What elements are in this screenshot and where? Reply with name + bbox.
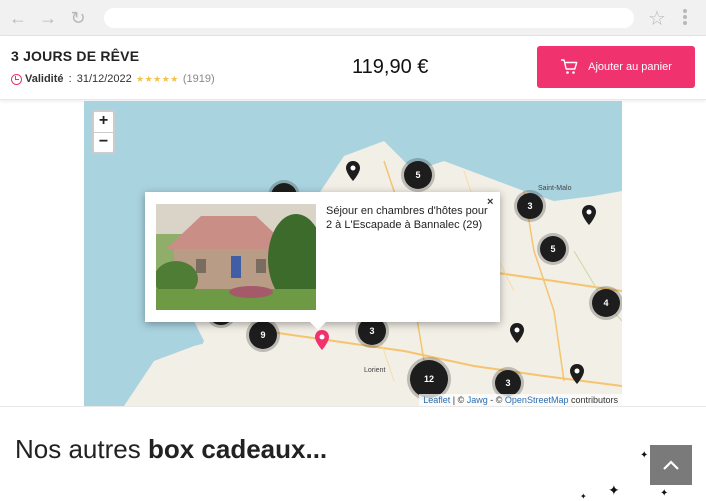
map-cluster[interactable]: 3 — [495, 370, 521, 396]
section-title-bold: box cadeaux... — [147, 434, 328, 464]
map-cluster[interactable]: 12 — [410, 360, 448, 398]
rating[interactable]: ★★★★★ (1919) — [136, 73, 215, 85]
add-to-cart-button[interactable]: Ajouter au panier — [537, 46, 695, 88]
popup-text[interactable]: Séjour en chambres d'hôtes pour 2 à L'Es… — [326, 204, 491, 232]
sparkle-icon: ✦ — [660, 488, 669, 499]
arrow-right-icon[interactable]: → — [38, 8, 58, 28]
openstreetmap-link[interactable]: OpenStreetMap — [505, 395, 569, 405]
city-label: Saint-Malo — [538, 185, 572, 192]
sparkle-icon: ✦ — [608, 482, 620, 498]
attribution-separator: | © — [450, 395, 467, 405]
leaflet-link[interactable]: Leaflet — [423, 395, 450, 405]
chevron-up-icon — [663, 460, 679, 470]
map-pin-icon[interactable] — [346, 161, 360, 181]
selected-map-pin-icon[interactable] — [315, 330, 329, 350]
sparkle-icon: ✦ — [640, 450, 649, 461]
map-popup: × Séjour en chambres d'hôtes pour 2 à L'… — [145, 192, 500, 330]
scroll-to-top-button[interactable] — [650, 445, 692, 485]
popup-photo[interactable] — [156, 204, 316, 310]
map-attribution: Leaflet | © Jawg - © OpenStreetMap contr… — [419, 394, 622, 406]
reload-icon[interactable]: ↻ — [68, 8, 88, 28]
validity-label: Validité — [25, 73, 64, 85]
map-cluster[interactable]: 5 — [404, 161, 432, 189]
cart-icon — [561, 59, 578, 74]
kebab-menu-icon[interactable] — [680, 8, 690, 28]
arrow-left-icon[interactable]: ← — [8, 8, 28, 28]
attribution-separator: - © — [487, 395, 505, 405]
map-pin-icon[interactable] — [582, 205, 596, 225]
map-pin-icon[interactable] — [570, 364, 584, 384]
product-title: 3 JOURS DE RÊVE — [11, 48, 140, 64]
zoom-in-button[interactable]: + — [94, 112, 113, 132]
city-label: Lorient — [364, 367, 386, 374]
rating-stars-icon: ★★★★★ — [136, 73, 179, 84]
clock-icon — [11, 73, 22, 85]
map-cluster[interactable]: 9 — [249, 321, 277, 349]
product-header: 3 JOURS DE RÊVE Validité : 31/12/2022 ★★… — [0, 36, 706, 100]
section-divider — [0, 406, 706, 407]
jawg-link[interactable]: Jawg — [467, 395, 488, 405]
popup-tip — [310, 322, 326, 330]
add-to-cart-label: Ajouter au panier — [588, 61, 672, 73]
zoom-control: + − — [92, 110, 115, 154]
review-count: (1919) — [182, 73, 215, 85]
map-pin-icon[interactable] — [510, 323, 524, 343]
product-price: 119,90 € — [352, 56, 429, 78]
section-title-regular: Nos autres — [15, 434, 148, 464]
map-cluster[interactable]: 4 — [592, 289, 620, 317]
star-icon[interactable]: ☆ — [648, 6, 666, 31]
validity-separator: : — [65, 73, 75, 85]
map-cluster[interactable]: 3 — [517, 193, 543, 219]
browser-toolbar: ← → ↻ ☆ — [0, 0, 706, 36]
map-cluster[interactable]: 5 — [540, 236, 566, 262]
section-title: Nos autres box cadeaux... — [15, 434, 327, 465]
attribution-suffix: contributors — [568, 395, 618, 405]
zoom-out-button[interactable]: − — [94, 132, 113, 152]
validity-date: 31/12/2022 — [76, 73, 132, 85]
address-bar[interactable] — [104, 8, 634, 28]
validity-info: Validité : 31/12/2022 — [11, 73, 132, 85]
